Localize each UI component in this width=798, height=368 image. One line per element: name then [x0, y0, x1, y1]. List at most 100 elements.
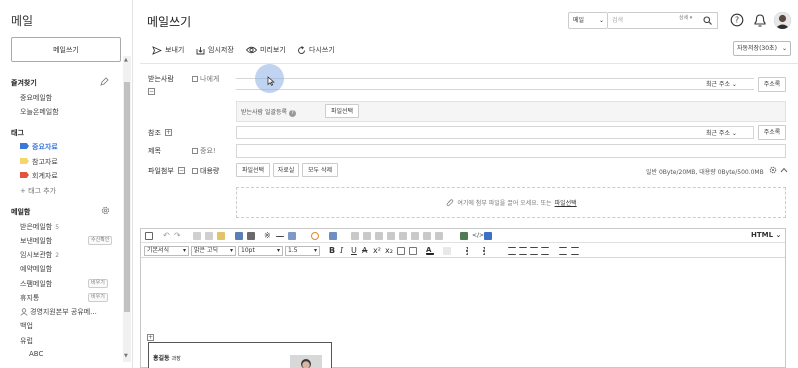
preview-button[interactable]: 미리보기: [246, 45, 286, 55]
delete-all-button[interactable]: 모두 삭제: [302, 163, 338, 177]
sidebar-item-inbox[interactable]: 받은메일함 5: [20, 222, 59, 232]
compose-button[interactable]: 메일쓰기: [11, 37, 121, 62]
undo-icon[interactable]: ↶: [163, 232, 171, 240]
search-input[interactable]: 검색: [608, 12, 718, 29]
dropzone-file-link[interactable]: 파일선택: [555, 198, 577, 207]
search-icon[interactable]: [703, 16, 712, 25]
save-draft-button[interactable]: 임시저장: [196, 45, 234, 55]
indent-icon[interactable]: [559, 247, 567, 255]
library-button[interactable]: 자료실: [273, 163, 299, 177]
font-size-select[interactable]: 10pt ▾: [238, 246, 283, 256]
table-prop-icon[interactable]: [423, 232, 431, 240]
table-handle-plus-icon[interactable]: +: [147, 334, 154, 341]
align-center-icon[interactable]: [519, 247, 527, 255]
emoticon-icon[interactable]: [311, 232, 319, 240]
notification-bell-icon[interactable]: [752, 12, 768, 28]
horizontal-rule-icon[interactable]: [276, 236, 284, 237]
autosave-select[interactable]: 자동저장(30초) ⌄: [733, 41, 791, 56]
scroll-up-arrow-icon[interactable]: ▲: [124, 57, 128, 63]
important-checkbox[interactable]: 중요!: [192, 146, 216, 156]
unordered-list-icon[interactable]: [483, 247, 491, 255]
link-icon[interactable]: [484, 232, 492, 240]
find-icon[interactable]: [235, 232, 243, 240]
address-book-button[interactable]: 주소록: [758, 77, 786, 92]
bold-icon[interactable]: B: [329, 247, 337, 255]
sidebar-item-scheduled[interactable]: 예약메일함: [20, 264, 52, 274]
recipient-input[interactable]: [236, 78, 754, 90]
select-all-icon[interactable]: [247, 232, 255, 240]
sidebar-scroll-thumb[interactable]: [124, 82, 130, 312]
sidebar-tag-reference[interactable]: 참고자료: [32, 157, 58, 167]
cut-icon[interactable]: [193, 232, 201, 240]
subject-input[interactable]: [236, 144, 786, 158]
file-select-button[interactable]: 파일선택: [236, 163, 270, 177]
send-button[interactable]: 보내기: [152, 45, 184, 55]
align-justify-icon[interactable]: [541, 247, 549, 255]
italic-icon[interactable]: I: [340, 247, 348, 255]
rich-text-editor[interactable]: ↶ ↷ ※ </> HTML ⌄ 기본서식 ▾ 맑은 고딕 ▾ 10pt ▾ 1.5 ▾…: [140, 228, 786, 368]
edit-favorites-icon[interactable]: [100, 77, 109, 86]
attach-collapse-minus-icon[interactable]: −: [178, 167, 185, 174]
settings-gear-icon[interactable]: [769, 166, 777, 174]
underline-icon[interactable]: U: [351, 247, 359, 255]
search-detail-toggle[interactable]: 상세 ▾: [679, 14, 692, 21]
sidebar-item-spam[interactable]: 스팸메일함: [20, 279, 52, 289]
add-tag-button[interactable]: + 태그 추가: [20, 186, 56, 196]
empty-trash-button[interactable]: 비우기: [88, 293, 108, 302]
cc-address-book-button[interactable]: 주소록: [758, 125, 786, 140]
table-merge-icon[interactable]: [363, 232, 371, 240]
align-right-icon[interactable]: [530, 247, 538, 255]
subscript-icon[interactable]: x₂: [385, 247, 393, 255]
sidebar-item-trash[interactable]: 휴지통: [20, 293, 39, 303]
to-me-checkbox[interactable]: 나에게: [192, 74, 219, 84]
sidebar-tag-accounting[interactable]: 회계자료: [32, 171, 58, 181]
special-char-icon[interactable]: ※: [264, 232, 272, 240]
rewrite-button[interactable]: 다시쓰기: [297, 45, 335, 55]
align-left-icon[interactable]: [508, 247, 516, 255]
sidebar-item-europe[interactable]: 유럽: [20, 336, 33, 346]
sidebar-item-backup[interactable]: 백업: [20, 321, 33, 331]
html-mode-toggle[interactable]: HTML ⌄: [751, 231, 781, 239]
empty-spam-button[interactable]: 비우기: [88, 279, 108, 288]
collapse-minus-icon[interactable]: −: [148, 88, 155, 95]
new-doc-icon[interactable]: [145, 232, 153, 240]
sidebar-item-shared[interactable]: 경영지원본부 공유메...: [30, 307, 97, 317]
clear-format-icon[interactable]: [409, 247, 417, 255]
cc-add-plus-icon[interactable]: +: [165, 129, 172, 136]
signature-table[interactable]: 홍길동 과장: [148, 342, 332, 368]
font-color-icon[interactable]: A: [426, 247, 434, 255]
scroll-down-arrow-icon[interactable]: ▼: [124, 353, 128, 359]
table-delete-icon[interactable]: [411, 232, 419, 240]
cc-input[interactable]: [236, 126, 754, 139]
highlight-color-icon[interactable]: [443, 247, 451, 255]
bulk-register-label[interactable]: 받는사람 일괄등록 ?: [241, 107, 296, 117]
redo-icon[interactable]: ↷: [174, 232, 182, 240]
chevron-up-icon[interactable]: [780, 166, 788, 174]
paste-icon[interactable]: [217, 232, 225, 240]
format-select[interactable]: 기본서식 ▾: [144, 246, 189, 256]
ordered-list-icon[interactable]: [466, 247, 474, 255]
cell-prop-icon[interactable]: [435, 232, 443, 240]
outdent-icon[interactable]: [571, 247, 579, 255]
bulk-file-select-button[interactable]: 파일선택: [325, 104, 359, 118]
line-height-select[interactable]: 1.5 ▾: [285, 246, 320, 256]
recent-address-select[interactable]: 최근 주소 ⌄: [706, 79, 737, 88]
sidebar-item-abc[interactable]: ABC: [29, 350, 43, 358]
strike-icon[interactable]: A: [362, 247, 370, 255]
sidebar-item-today[interactable]: 오늘온메일함: [20, 107, 59, 117]
help-icon[interactable]: ?: [730, 12, 746, 28]
file-dropzone[interactable]: 여기에 첨부 파일을 끌어 오세요. 또는 파일선택: [236, 187, 786, 218]
table-row-icon[interactable]: [387, 232, 395, 240]
superscript-icon[interactable]: x²: [373, 247, 381, 255]
sidebar-item-drafts[interactable]: 임시보관함 2: [20, 250, 59, 260]
copy-icon[interactable]: [205, 232, 213, 240]
media-icon[interactable]: [460, 232, 468, 240]
table-split-icon[interactable]: [375, 232, 383, 240]
sidebar-item-important[interactable]: 중요메일함: [20, 93, 52, 103]
read-receipt-button[interactable]: 수신확인: [88, 236, 113, 245]
table-icon[interactable]: [329, 232, 337, 240]
gear-icon[interactable]: [101, 206, 110, 215]
avatar[interactable]: [774, 12, 791, 29]
table-col-icon[interactable]: [399, 232, 407, 240]
help-circle-icon[interactable]: ?: [289, 110, 296, 117]
